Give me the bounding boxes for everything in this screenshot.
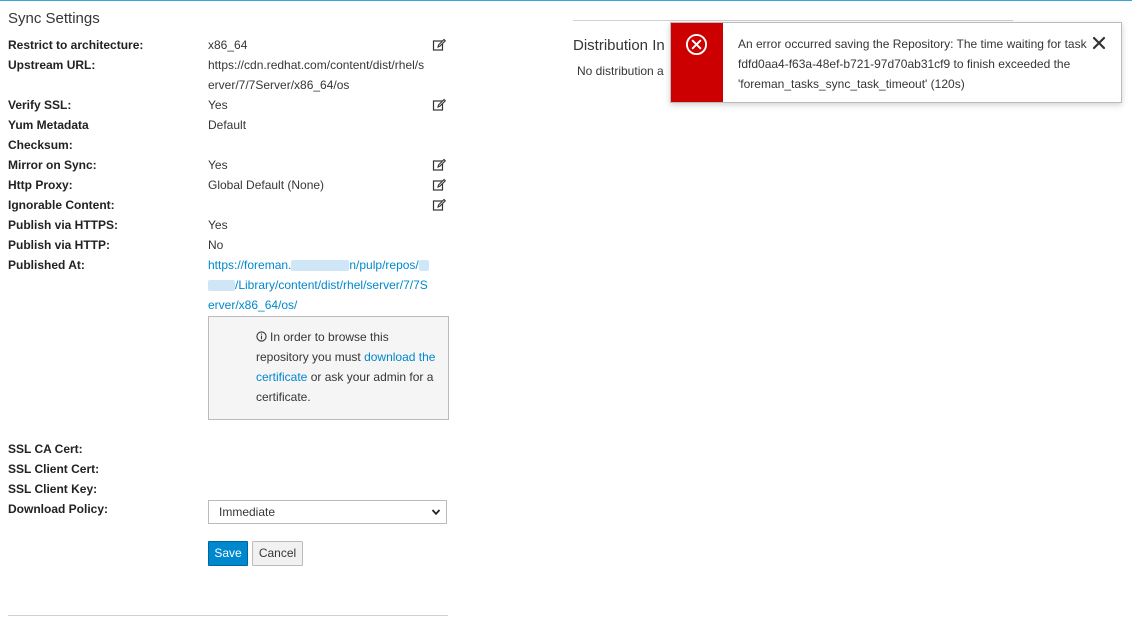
published-url-line3[interactable]: erver/x86_64/os/ [208, 295, 297, 315]
ssl-ca-cert-label: SSL CA Cert: [8, 442, 83, 456]
edit-icon[interactable] [432, 198, 446, 212]
upstream-url-label: Upstream URL: [8, 58, 96, 72]
verify-ssl-value: Yes [208, 98, 228, 112]
published-url-link-start[interactable]: https://foreman. [208, 258, 291, 272]
ignorable-content-label: Ignorable Content: [8, 198, 115, 212]
download-policy-selected: Immediate [219, 505, 276, 519]
publish-https-label: Publish via HTTPS: [8, 218, 119, 232]
http-proxy-label: Http Proxy: [8, 178, 73, 192]
upstream-url-line2: erver/7/7Server/x86_64/os [208, 78, 350, 92]
toast-message: An error occurred saving the Repository:… [738, 37, 1087, 91]
ssl-client-cert-label: SSL Client Cert: [8, 462, 100, 476]
download-policy-label: Download Policy: [8, 502, 109, 516]
published-url-link-mid[interactable]: n/pulp/repos/ [349, 258, 418, 272]
edit-icon[interactable] [432, 158, 446, 172]
redacted-hostname [291, 260, 350, 272]
certificate-info-text: In order to browse this repository you m… [256, 327, 436, 407]
redacted-org [208, 280, 235, 292]
edit-icon[interactable] [432, 178, 446, 192]
section-divider [8, 615, 448, 616]
sync-settings-title: Sync Settings [8, 10, 100, 27]
section-divider [573, 20, 1013, 21]
yum-metadata-label: Yum Metadata [8, 118, 89, 132]
restrict-architecture-label: Restrict to architecture: [8, 38, 144, 52]
published-url-link-end[interactable]: erver/x86_64/os/ [208, 298, 297, 312]
published-at-label: Published At: [8, 258, 85, 272]
close-icon[interactable] [1092, 36, 1106, 50]
info-circle-icon [256, 331, 267, 342]
top-accent-line [0, 0, 1132, 1]
mirror-on-sync-value: Yes [208, 158, 228, 172]
yum-checksum-value: Default [208, 118, 247, 132]
publish-http-value: No [208, 238, 224, 252]
cancel-button[interactable]: Cancel [252, 541, 303, 566]
ssl-client-key-label: SSL Client Key: [8, 482, 98, 496]
upstream-url-line1: https://cdn.redhat.com/content/dist/rhel… [208, 58, 425, 72]
redacted-org [418, 260, 429, 272]
certificate-info-box: In order to browse this repository you m… [208, 316, 449, 420]
mirror-on-sync-label: Mirror on Sync: [8, 158, 97, 172]
toast-error-stripe [671, 23, 723, 102]
yum-checksum-label: Checksum: [8, 138, 73, 152]
restrict-architecture-value: x86_64 [208, 38, 248, 52]
download-policy-select[interactable]: Immediate [208, 500, 447, 524]
publish-https-value: Yes [208, 218, 228, 232]
save-button[interactable]: Save [208, 541, 248, 566]
published-url-line1[interactable]: https://foreman. n/pulp/repos/ [208, 255, 429, 275]
error-toast: An error occurred saving the Repository:… [670, 22, 1122, 103]
published-url-link-path[interactable]: /Library/content/dist/rhel/server/7/7S [235, 278, 428, 292]
edit-icon[interactable] [432, 38, 446, 52]
chevron-down-icon [431, 509, 441, 516]
edit-icon[interactable] [432, 98, 446, 112]
error-circle-icon [685, 33, 708, 56]
distribution-info-title: Distribution In [573, 37, 665, 54]
published-url-line2[interactable]: /Library/content/dist/rhel/server/7/7S [208, 275, 428, 295]
verify-ssl-label: Verify SSL: [8, 98, 72, 112]
distribution-info-text: No distribution a [577, 64, 664, 78]
http-proxy-value: Global Default (None) [208, 178, 325, 192]
publish-http-label: Publish via HTTP: [8, 238, 111, 252]
